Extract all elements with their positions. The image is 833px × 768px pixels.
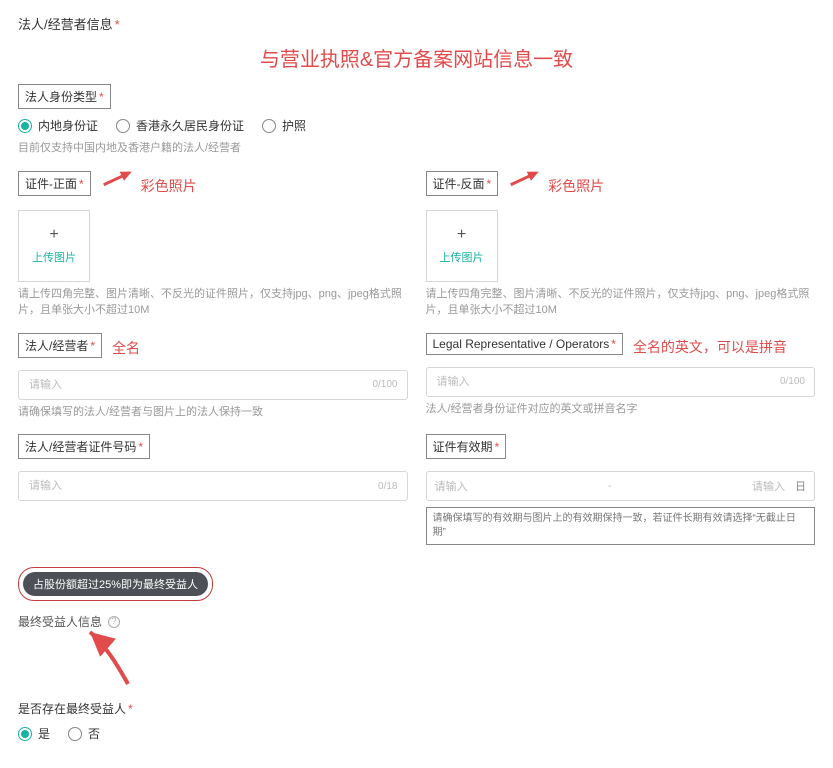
validity-from-placeholder: 请输入 bbox=[435, 478, 468, 494]
name-cn-label: 法人/经营者* bbox=[18, 333, 102, 358]
beneficiary-question: 是否存在最终受益人* bbox=[18, 700, 815, 717]
idno-col: 法人/经营者证件号码* 0/18 bbox=[18, 434, 408, 545]
id-type-radio-group: 内地身份证 香港永久居民身份证 护照 bbox=[18, 117, 815, 134]
name-en-note: 法人/经营者身份证件对应的英文或拼音名字 bbox=[426, 401, 816, 418]
idno-validity-row: 法人/经营者证件号码* 0/18 证件有效期* 请输入 - 请输入 日 请确保填… bbox=[18, 434, 815, 545]
upload-back-note: 请上传四角完整、图片清晰、不反光的证件照片，仅支持jpg、png、jpeg格式照… bbox=[426, 286, 816, 319]
upload-front-col: 证件-正面* 彩色照片 + 上传图片 请上传四角完整、图片清晰、不反光的证件照片… bbox=[18, 171, 408, 319]
name-en-input[interactable] bbox=[426, 367, 816, 397]
validity-hint: 请确保填写的有效期与图片上的有效期保持一致，若证件长期有效请选择“无截止日期” bbox=[426, 507, 816, 545]
upload-front-button[interactable]: + 上传图片 bbox=[18, 210, 90, 282]
plus-icon: + bbox=[49, 227, 58, 243]
section-legal-title: 法人/经营者信息* bbox=[18, 14, 815, 33]
name-cn-note: 请确保填写的法人/经营者与图片上的法人保持一致 bbox=[18, 404, 408, 421]
name-en-col: Legal Representative / Operators* 全名的英文，… bbox=[426, 333, 816, 421]
upload-row: 证件-正面* 彩色照片 + 上传图片 请上传四角完整、图片清晰、不反光的证件照片… bbox=[18, 171, 815, 319]
upload-text: 上传图片 bbox=[32, 249, 76, 265]
radio-mainland-id[interactable]: 内地身份证 bbox=[18, 117, 98, 134]
plus-icon: + bbox=[457, 227, 466, 243]
calendar-icon: 日 bbox=[795, 478, 806, 494]
name-en-label: Legal Representative / Operators* bbox=[426, 333, 623, 355]
arrow-icon bbox=[98, 165, 135, 192]
beneficiary-radio-group: 是 否 bbox=[18, 725, 815, 742]
beneficiary-section: 占股份额超过25%即为最终受益人 最终受益人信息 ? 是否存在最终受益人* 是 … bbox=[18, 567, 815, 742]
validity-to-placeholder: 请输入 bbox=[752, 478, 785, 494]
id-back-label: 证件-反面* bbox=[426, 171, 499, 196]
radio-hk-id[interactable]: 香港永久居民身份证 bbox=[116, 117, 244, 134]
id-type-block: 法人身份类型* 内地身份证 香港永久居民身份证 护照 目前仅支持中国内地及香港户… bbox=[18, 84, 815, 157]
annotation-fullname-cn: 全名 bbox=[112, 338, 140, 358]
upload-back-button[interactable]: + 上传图片 bbox=[426, 210, 498, 282]
upload-front-note: 请上传四角完整、图片清晰、不反光的证件照片，仅支持jpg、png、jpeg格式照… bbox=[18, 286, 408, 319]
upload-text: 上传图片 bbox=[440, 249, 484, 265]
name-en-counter: 0/100 bbox=[780, 367, 805, 397]
id-type-note: 目前仅支持中国内地及香港户籍的法人/经营者 bbox=[18, 140, 815, 157]
upload-back-col: 证件-反面* 彩色照片 + 上传图片 请上传四角完整、图片清晰、不反光的证件照片… bbox=[426, 171, 816, 319]
annotation-fullname-en: 全名的英文，可以是拼音 bbox=[633, 337, 787, 357]
annotation-top: 与营业执照&官方备案网站信息一致 bbox=[18, 43, 815, 72]
name-cn-input[interactable] bbox=[18, 370, 408, 400]
annotation-color-photo-back: 彩色照片 bbox=[508, 176, 604, 196]
arrow-icon bbox=[505, 165, 542, 192]
name-cn-col: 法人/经营者* 全名 0/100 请确保填写的法人/经营者与图片上的法人保持一致 bbox=[18, 333, 408, 421]
id-type-label: 法人身份类型* bbox=[18, 84, 111, 109]
annotation-color-photo-front: 彩色照片 bbox=[101, 176, 197, 196]
validity-col: 证件有效期* 请输入 - 请输入 日 请确保填写的有效期与图片上的有效期保持一致… bbox=[426, 434, 816, 545]
idno-counter: 0/18 bbox=[378, 471, 397, 501]
idno-input[interactable] bbox=[18, 471, 408, 501]
radio-beneficiary-yes[interactable]: 是 bbox=[18, 725, 50, 742]
id-front-label: 证件-正面* bbox=[18, 171, 91, 196]
radio-beneficiary-no[interactable]: 否 bbox=[68, 725, 100, 742]
annotation-arrow-up bbox=[78, 626, 148, 686]
idno-label: 法人/经营者证件号码* bbox=[18, 434, 150, 459]
pill-highlight-outline: 占股份额超过25%即为最终受益人 bbox=[18, 567, 213, 601]
name-cn-counter: 0/100 bbox=[372, 370, 397, 400]
validity-label: 证件有效期* bbox=[426, 434, 507, 459]
validity-date-range[interactable]: 请输入 - 请输入 日 bbox=[426, 471, 816, 501]
radio-passport[interactable]: 护照 bbox=[262, 117, 306, 134]
validity-sep: - bbox=[608, 480, 612, 492]
name-row: 法人/经营者* 全名 0/100 请确保填写的法人/经营者与图片上的法人保持一致… bbox=[18, 333, 815, 421]
beneficiary-pill: 占股份额超过25%即为最终受益人 bbox=[23, 572, 208, 596]
